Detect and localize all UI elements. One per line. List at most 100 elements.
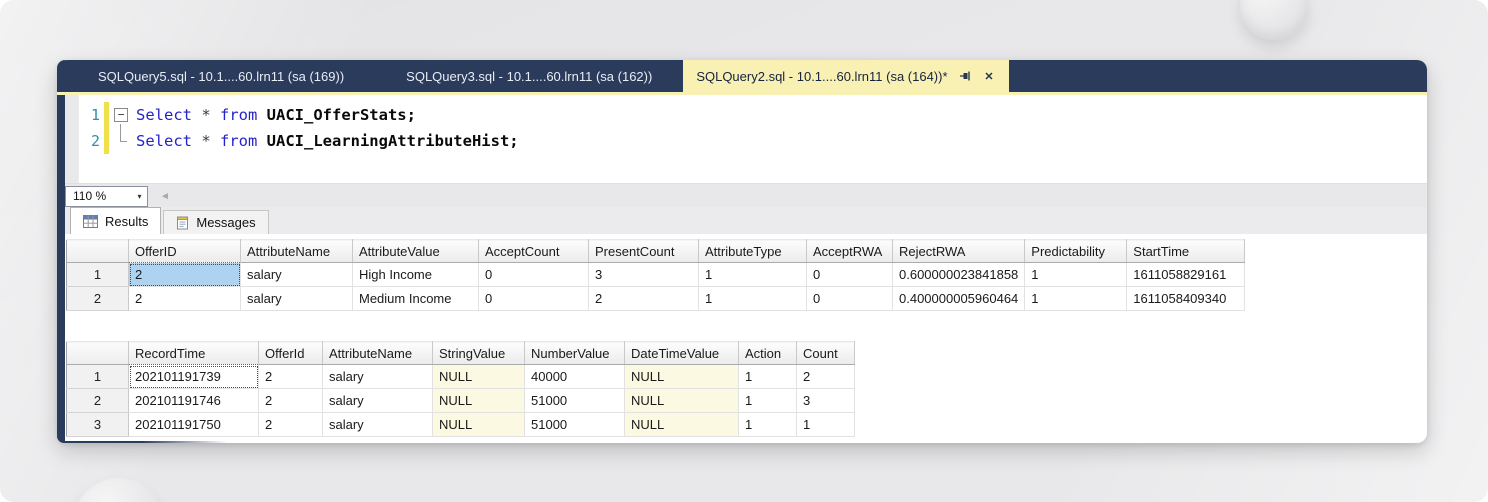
row-header[interactable]: 2: [66, 286, 129, 311]
grid-cell-selected[interactable]: 2: [128, 262, 241, 287]
grid-cell[interactable]: 0: [478, 286, 589, 311]
grid-cell[interactable]: salary: [240, 262, 353, 287]
sql-operator: *: [192, 132, 220, 150]
grid-cell[interactable]: 2: [258, 364, 323, 389]
grid-cell[interactable]: 2: [258, 412, 323, 437]
grid-cell[interactable]: 1611058829161: [1126, 262, 1246, 287]
combo-dropdown-icon: ▾: [137, 191, 142, 201]
grid-cell[interactable]: 1: [738, 364, 797, 389]
grid-cell[interactable]: 0.400000005960464: [892, 286, 1026, 311]
grid-cell-selected[interactable]: 202101191739: [128, 364, 259, 389]
column-header[interactable]: PresentCount: [588, 239, 699, 263]
grid-cell[interactable]: 40000: [524, 364, 625, 389]
column-header[interactable]: DateTimeValue: [624, 341, 739, 365]
editor-status-row: 110 % ▾ ◄: [65, 183, 1427, 208]
grid-cell-null[interactable]: NULL: [432, 412, 525, 437]
grid-cell[interactable]: 202101191746: [128, 388, 259, 413]
grid-cell[interactable]: 2: [796, 364, 855, 389]
grid-cell[interactable]: 1: [698, 262, 807, 287]
table-row: 1 2 salary High Income 0 3 1 0 0.6000000…: [66, 262, 1246, 287]
grid-cell[interactable]: 202101191750: [128, 412, 259, 437]
grid-cell[interactable]: 2: [128, 286, 241, 311]
grid-cell[interactable]: salary: [322, 364, 433, 389]
hscroll-left-icon[interactable]: ◄: [160, 191, 170, 202]
column-header[interactable]: RejectRWA: [892, 239, 1026, 263]
row-header[interactable]: 3: [66, 412, 129, 437]
grid-cell-null[interactable]: NULL: [624, 412, 739, 437]
column-header[interactable]: Action: [738, 341, 797, 365]
grid-cell[interactable]: 0: [806, 262, 893, 287]
column-header[interactable]: AttributeType: [698, 239, 807, 263]
header-row: OfferID AttributeName AttributeValue Acc…: [66, 239, 1246, 263]
close-icon[interactable]: ✕: [983, 70, 996, 83]
select-all-corner[interactable]: [66, 341, 129, 365]
grid-cell[interactable]: 1: [1024, 262, 1128, 287]
column-header[interactable]: RecordTime: [128, 341, 259, 365]
column-header[interactable]: NumberValue: [524, 341, 625, 365]
column-header[interactable]: OfferId: [258, 341, 323, 365]
code-line-2: 2 Select * from UACI_LearningAttributeHi…: [78, 124, 1427, 154]
column-header[interactable]: AcceptRWA: [806, 239, 893, 263]
column-header[interactable]: OfferID: [128, 239, 241, 263]
row-header[interactable]: 1: [66, 364, 129, 389]
messages-icon: [177, 216, 189, 229]
grid-cell[interactable]: 0: [478, 262, 589, 287]
grid-cell[interactable]: 0.600000023841858: [892, 262, 1026, 287]
tab-results[interactable]: Results: [70, 207, 162, 234]
select-all-corner[interactable]: [66, 239, 129, 263]
column-header[interactable]: Predictability: [1024, 239, 1128, 263]
results-grid-icon: [83, 214, 98, 228]
learningattributehist-result-grid: RecordTime OfferId AttributeName StringV…: [66, 341, 855, 437]
grid-cell[interactable]: 1: [698, 286, 807, 311]
grid-cell[interactable]: salary: [322, 388, 433, 413]
editor-margin: [65, 95, 79, 183]
grid-cell-null[interactable]: NULL: [432, 364, 525, 389]
row-header[interactable]: 1: [66, 262, 129, 287]
column-header[interactable]: StartTime: [1126, 239, 1246, 263]
grid-cell-null[interactable]: NULL: [432, 388, 525, 413]
grid-cell[interactable]: 1: [796, 412, 855, 437]
sql-editor[interactable]: 1 − Select * from UACI_OfferStats; 2 Sel…: [65, 95, 1427, 183]
pin-icon[interactable]: [959, 70, 972, 83]
column-header[interactable]: AcceptCount: [478, 239, 589, 263]
grid-cell[interactable]: Medium Income: [352, 286, 479, 311]
grid-cell[interactable]: 1: [1024, 286, 1128, 311]
collapse-region-icon[interactable]: −: [114, 108, 128, 122]
grid-cell-null[interactable]: NULL: [624, 388, 739, 413]
grid-cell[interactable]: 0: [806, 286, 893, 311]
tab-sqlquery3[interactable]: SQLQuery3.sql - 10.1....60.lrn11 (sa (16…: [375, 60, 683, 92]
column-header[interactable]: Count: [796, 341, 855, 365]
zoom-level-combo[interactable]: 110 % ▾: [65, 185, 148, 207]
grid-cell[interactable]: 2: [258, 388, 323, 413]
grid-cell[interactable]: 3: [588, 262, 699, 287]
row-header[interactable]: 2: [66, 388, 129, 413]
grid-cell-null[interactable]: NULL: [624, 364, 739, 389]
grid-cell[interactable]: High Income: [352, 262, 479, 287]
grid-cell[interactable]: 51000: [524, 412, 625, 437]
grid-cell[interactable]: 1: [738, 388, 797, 413]
fold-column: [109, 124, 136, 154]
grid-cell[interactable]: 51000: [524, 388, 625, 413]
window-left-edge: [57, 60, 65, 443]
sql-keyword: Select: [136, 106, 192, 124]
tab-label: SQLQuery5.sql - 10.1....60.lrn11 (sa (16…: [98, 68, 345, 84]
grid-cell[interactable]: salary: [240, 286, 353, 311]
grid-cell[interactable]: 2: [588, 286, 699, 311]
tab-label: SQLQuery2.sql - 10.1....60.lrn11 (sa (16…: [696, 68, 948, 84]
column-header[interactable]: StringValue: [432, 341, 525, 365]
table-row: 2 202101191746 2 salary NULL 51000 NULL …: [66, 388, 855, 413]
column-header[interactable]: AttributeName: [240, 239, 353, 263]
column-header[interactable]: AttributeName: [322, 341, 433, 365]
tab-sqlquery5[interactable]: SQLQuery5.sql - 10.1....60.lrn11 (sa (16…: [67, 60, 375, 92]
column-header[interactable]: AttributeValue: [352, 239, 479, 263]
decor-circle-bottom: [72, 478, 166, 502]
sql-keyword: from: [220, 106, 258, 124]
tab-sqlquery2-active[interactable]: SQLQuery2.sql - 10.1....60.lrn11 (sa (16…: [683, 60, 1009, 92]
grid-cell[interactable]: 1: [738, 412, 797, 437]
header-row: RecordTime OfferId AttributeName StringV…: [66, 341, 855, 365]
grid-cell[interactable]: 3: [796, 388, 855, 413]
grid-cell[interactable]: 1611058409340: [1126, 286, 1246, 311]
offerstats-result-grid: OfferID AttributeName AttributeValue Acc…: [66, 239, 1246, 311]
grid-cell[interactable]: salary: [322, 412, 433, 437]
tab-messages[interactable]: Messages: [163, 210, 269, 234]
